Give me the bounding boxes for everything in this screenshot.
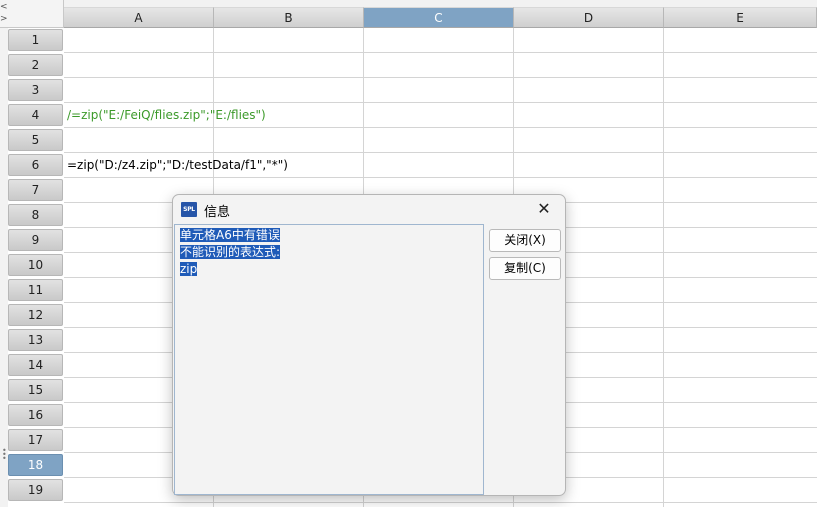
selected-text: zip: [180, 262, 198, 276]
cell-a6[interactable]: =zip("D:/z4.zip";"D:/testData/f1","*"): [67, 153, 288, 178]
row-header-19[interactable]: 19: [8, 479, 63, 501]
collapse-left-icon[interactable]: <: [0, 2, 8, 12]
grid-row-line: [64, 77, 817, 78]
grid-row-line: [64, 52, 817, 53]
row-header-3[interactable]: 3: [8, 79, 63, 101]
row-header-5[interactable]: 5: [8, 129, 63, 151]
grid-column-line: [663, 28, 664, 507]
row-header-6[interactable]: 6: [8, 154, 63, 176]
row-header-12[interactable]: 12: [8, 304, 63, 326]
row-header-18[interactable]: 18: [8, 454, 63, 476]
spl-logo-icon: SPL: [181, 202, 197, 217]
column-header-c[interactable]: C: [364, 7, 514, 28]
row-header-11[interactable]: 11: [8, 279, 63, 301]
row-header-15[interactable]: 15: [8, 379, 63, 401]
row-gutter: [0, 28, 8, 507]
column-header-a[interactable]: A: [64, 7, 214, 28]
copy-button[interactable]: 复制(C): [489, 257, 561, 280]
row-header-1[interactable]: 1: [8, 29, 63, 51]
row-header-16[interactable]: 16: [8, 404, 63, 426]
selected-text: 不能识别的表达式:: [180, 245, 281, 259]
message-line: zip: [180, 261, 478, 278]
column-header-d[interactable]: D: [514, 7, 664, 28]
close-icon[interactable]: ✕: [533, 199, 555, 219]
expand-right-icon[interactable]: >: [0, 14, 8, 24]
row-header-14[interactable]: 14: [8, 354, 63, 376]
grid-row-line: [64, 502, 817, 503]
row-header-9[interactable]: 9: [8, 229, 63, 251]
column-header-strip: [64, 0, 817, 7]
select-all-corner[interactable]: < >: [0, 0, 64, 28]
resize-grip-icon[interactable]: • • •: [2, 447, 7, 463]
dialog-title: 信息: [204, 205, 231, 220]
cell-a4[interactable]: /=zip("E:/FeiQ/flies.zip";"E:/flies"): [67, 103, 266, 128]
message-line: 不能识别的表达式:: [180, 244, 478, 261]
row-header-2[interactable]: 2: [8, 54, 63, 76]
row-header-7[interactable]: 7: [8, 179, 63, 201]
row-header-10[interactable]: 10: [8, 254, 63, 276]
row-header-17[interactable]: 17: [8, 429, 63, 451]
info-dialog: SPL 信息 ✕ 单元格A6中有错误 不能识别的表达式: zip 关闭(X) 复制(…: [172, 194, 566, 496]
selected-text: 单元格A6中有错误: [180, 228, 280, 242]
row-header-4[interactable]: 4: [8, 104, 63, 126]
column-header-e[interactable]: E: [664, 7, 817, 28]
column-header-b[interactable]: B: [214, 7, 364, 28]
row-header-8[interactable]: 8: [8, 204, 63, 226]
row-header-13[interactable]: 13: [8, 329, 63, 351]
message-line: 单元格A6中有错误: [180, 227, 478, 244]
close-button[interactable]: 关闭(X): [489, 229, 561, 252]
message-textarea[interactable]: 单元格A6中有错误 不能识别的表达式: zip: [174, 224, 484, 495]
